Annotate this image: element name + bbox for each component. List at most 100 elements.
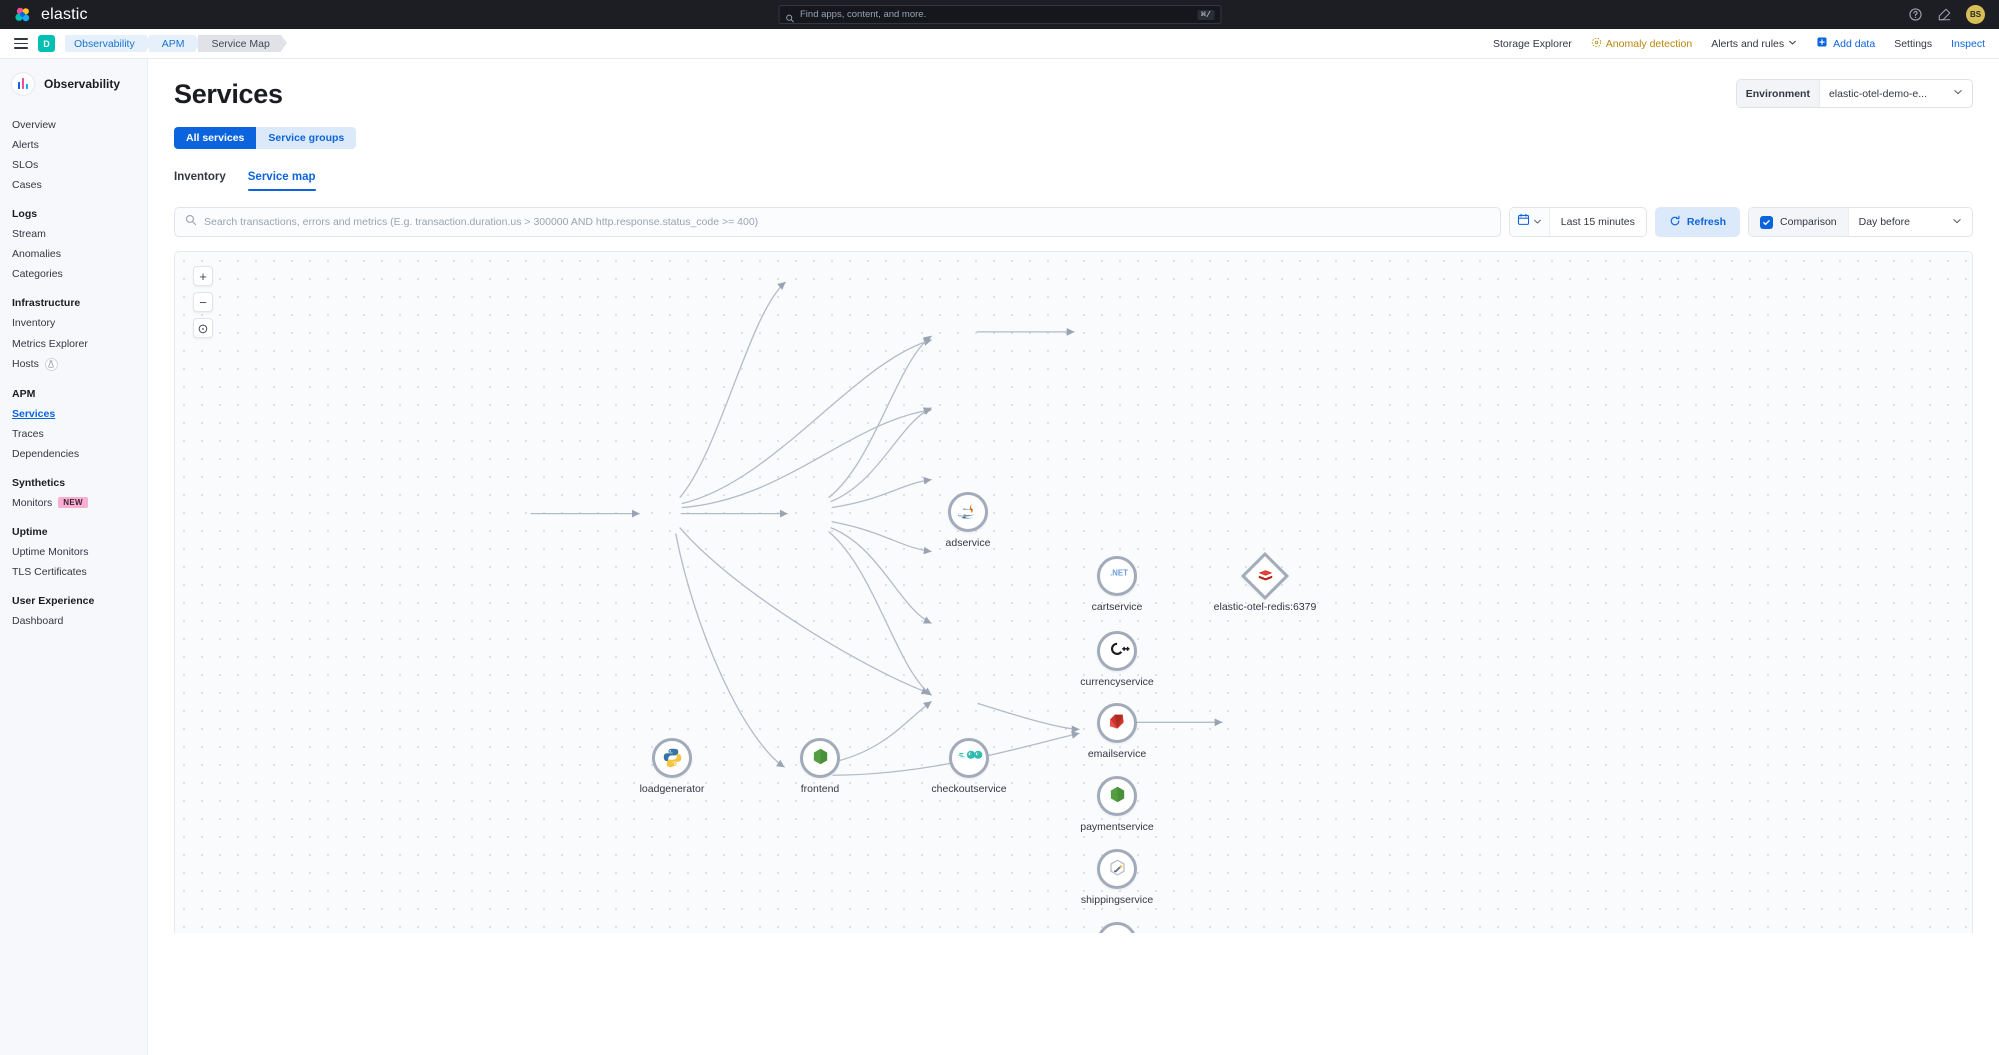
sidebar-heading-synthetics: Synthetics: [12, 476, 66, 489]
refresh-button[interactable]: Refresh: [1654, 207, 1741, 237]
service-node-elastic-otel-redis[interactable]: elastic-otel-redis:6379: [1214, 551, 1316, 613]
tab-service-map[interactable]: Service map: [247, 171, 316, 191]
app-shell: Observability Overview Alerts SLOs Cases…: [0, 59, 1999, 1055]
date-quick-select[interactable]: [1509, 208, 1550, 236]
zoom-in-button[interactable]: +: [193, 266, 213, 286]
space-badge[interactable]: D: [38, 35, 55, 52]
environment-picker[interactable]: Environment elastic-otel-demo-e...: [1735, 79, 1973, 108]
tab-inventory[interactable]: Inventory: [174, 171, 226, 191]
nav-inspect[interactable]: Inspect: [1951, 38, 1985, 50]
nav-storage-explorer[interactable]: Storage Explorer: [1493, 38, 1572, 50]
feedback-icon[interactable]: [1937, 7, 1952, 22]
breadcrumb-item-observability[interactable]: Observability: [65, 35, 152, 52]
nav-add-data[interactable]: Add data: [1816, 36, 1875, 51]
sidebar-group-user-experience: User Experience Dashboard: [0, 595, 147, 631]
service-node-checkoutservice[interactable]: checkoutservice: [931, 738, 1007, 795]
node-shape-circle: [652, 738, 692, 778]
segment-service-groups[interactable]: Service groups: [256, 127, 357, 149]
node-shape-circle: [800, 738, 840, 778]
refresh-label: Refresh: [1686, 216, 1727, 228]
sidebar-item-stream[interactable]: Stream: [0, 224, 147, 244]
sidebar-group-uptime: Uptime Uptime Monitors TLS Certificates: [0, 526, 147, 582]
search-input[interactable]: Search transactions, errors and metrics …: [174, 207, 1501, 237]
sidebar-item-overview[interactable]: Overview: [0, 115, 147, 135]
node-shape-circle: [949, 738, 989, 778]
new-badge: NEW: [58, 497, 88, 509]
sidebar-brand: Observability: [0, 73, 147, 95]
environment-select[interactable]: elastic-otel-demo-e...: [1820, 87, 1972, 100]
service-node-adservice[interactable]: adservice: [946, 492, 990, 549]
comparison-select[interactable]: Day before: [1847, 208, 1972, 236]
sidebar-item-inventory[interactable]: Inventory: [0, 313, 147, 333]
edge-frontend-currencyservice: [681, 407, 932, 509]
service-node-cartservice[interactable]: .NET cartservice: [1092, 556, 1142, 613]
node-shape-circle: [1097, 849, 1137, 889]
sidebar-item-services[interactable]: Services: [0, 404, 147, 424]
main-content: Services Environment elastic-otel-demo-e…: [148, 59, 1999, 1055]
sidebar-item-alerts[interactable]: Alerts: [0, 135, 147, 155]
global-topbar: elastic Find apps, content, and more. ⌘/: [0, 0, 1999, 29]
date-picker[interactable]: Last 15 minutes: [1508, 207, 1647, 237]
service-scope-toggle: All services Service groups: [174, 127, 357, 149]
sidebar-heading-user-experience: User Experience: [12, 594, 95, 607]
sidebar-item-anomalies[interactable]: Anomalies: [0, 244, 147, 264]
sidebar-item-metrics-explorer[interactable]: Metrics Explorer: [0, 334, 147, 354]
service-node-label: emailservice: [1087, 748, 1147, 760]
global-search-input[interactable]: Find apps, content, and more. ⌘/: [778, 5, 1221, 24]
sidebar-group-apm: APM Services Traces Dependencies: [0, 388, 147, 464]
service-node-paymentservice[interactable]: paymentservice: [1080, 776, 1154, 833]
sidebar-heading-uptime: Uptime: [12, 525, 48, 538]
segment-all-services[interactable]: All services: [174, 127, 257, 149]
ruby-icon: [1106, 712, 1128, 734]
nav-alerts-and-rules[interactable]: Alerts and rules: [1711, 38, 1797, 50]
edge-group: [530, 281, 1223, 776]
sidebar-item-dependencies[interactable]: Dependencies: [0, 444, 147, 464]
node-shape-circle: [1097, 703, 1137, 743]
service-node-label: cartservice: [1091, 601, 1143, 613]
breadcrumb-item-apm[interactable]: APM: [148, 35, 202, 52]
sidebar-item-hosts[interactable]: Hosts: [0, 354, 147, 375]
query-bar: Search transactions, errors and metrics …: [174, 207, 1973, 237]
header-nav-actions: Storage Explorer Anomaly detection Alert…: [1493, 36, 1985, 51]
service-node-shippingservice[interactable]: shippingservice: [1081, 849, 1153, 906]
center-map-button[interactable]: ⊙: [193, 318, 213, 338]
avatar[interactable]: BS: [1966, 5, 1985, 24]
service-node-productcatalogservice[interactable]: productcatalogservice: [1097, 922, 1137, 933]
page-title: Services: [174, 79, 283, 109]
service-node-frontend[interactable]: frontend: [800, 738, 840, 795]
sidebar-item-slos[interactable]: SLOs: [0, 155, 147, 175]
nodejs-icon: [809, 747, 831, 769]
service-node-loadgenerator[interactable]: loadgenerator: [640, 738, 704, 795]
sidebar-item-tls-certificates[interactable]: TLS Certificates: [0, 562, 147, 582]
sidebar-item-categories[interactable]: Categories: [0, 264, 147, 284]
nav-settings[interactable]: Settings: [1894, 38, 1932, 50]
sidebar-item-dashboard[interactable]: Dashboard: [0, 611, 147, 631]
zoom-out-button[interactable]: −: [193, 292, 213, 312]
breadcrumb-item-service-map[interactable]: Service Map: [198, 35, 288, 52]
nodejs-icon: [1106, 785, 1128, 807]
nav-anomaly-detection[interactable]: Anomaly detection: [1591, 37, 1692, 51]
edge-productcatalog-featureflag: [977, 702, 1080, 734]
chevron-down-icon: [1533, 213, 1542, 231]
elastic-brand[interactable]: elastic: [0, 6, 88, 24]
service-node-emailservice[interactable]: emailservice: [1088, 703, 1146, 760]
help-icon[interactable]: [1908, 7, 1923, 22]
service-node-label: shippingservice: [1080, 894, 1154, 906]
sidebar-group-logs: Logs Stream Anomalies Categories: [0, 208, 147, 284]
nav-anomaly-detection-label: Anomaly detection: [1605, 37, 1693, 50]
date-range-value[interactable]: Last 15 minutes: [1550, 208, 1646, 236]
add-data-icon: [1816, 36, 1828, 51]
breadcrumb: Observability APM Service Map: [65, 35, 288, 52]
menu-toggle-icon[interactable]: [14, 38, 28, 49]
sidebar-item-monitors[interactable]: Monitors NEW: [0, 493, 147, 513]
comparison-checkbox[interactable]: Comparison: [1749, 208, 1848, 236]
global-search-placeholder: Find apps, content, and more.: [800, 9, 927, 20]
sidebar-item-cases[interactable]: Cases: [0, 175, 147, 195]
svg-text:.NET: .NET: [1110, 568, 1128, 577]
sidebar-item-uptime-monitors[interactable]: Uptime Monitors: [0, 542, 147, 562]
sidebar-item-traces[interactable]: Traces: [0, 424, 147, 444]
search-icon: [185, 213, 197, 231]
service-map-canvas[interactable]: + − ⊙ adservice .NET cartservice elastic…: [174, 251, 1973, 933]
dotnet-icon: .NET: [1106, 565, 1128, 587]
service-node-currencyservice[interactable]: currencyservice: [1080, 631, 1154, 688]
